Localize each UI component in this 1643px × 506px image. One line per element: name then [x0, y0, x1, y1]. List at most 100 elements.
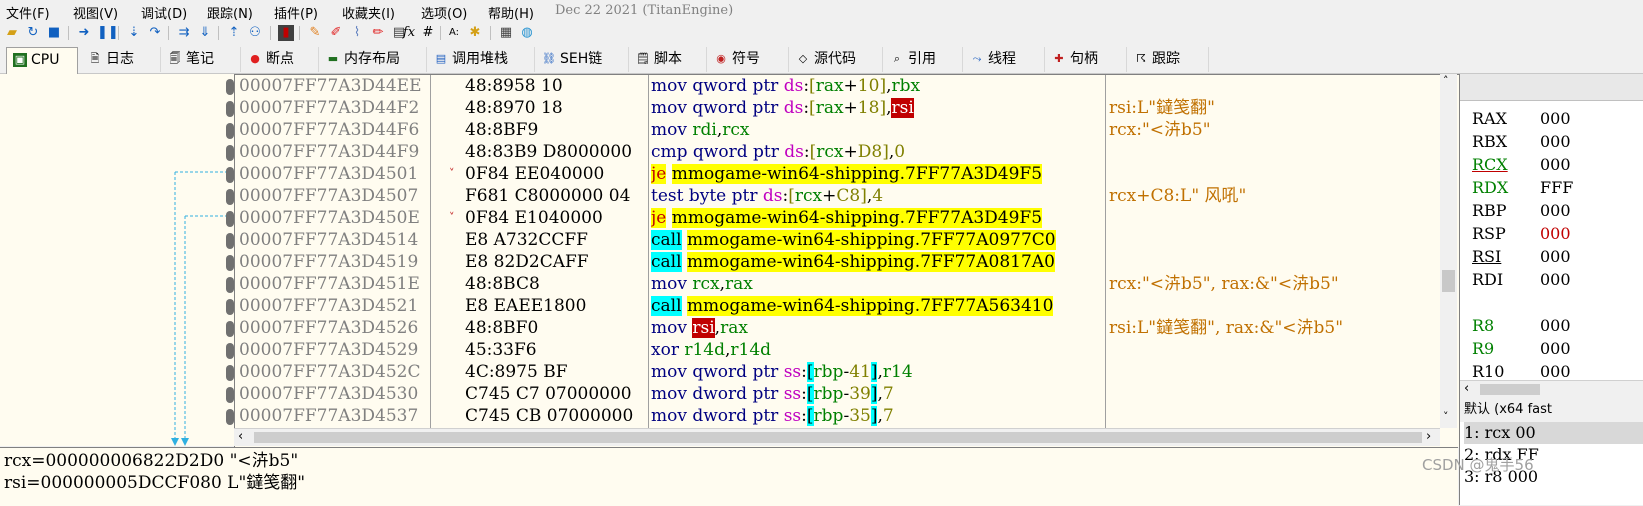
tab-source[interactable]: ◇ 源代码 [788, 47, 883, 72]
register-value[interactable]: 000 [1540, 223, 1571, 245]
step-over-icon[interactable]: ↷ [147, 25, 163, 41]
calling-convention-select[interactable]: 默认 (x64 fast [1459, 398, 1643, 422]
patch-icon[interactable]: ✎ [307, 25, 323, 41]
bytes: F681 C8000000 04 [465, 186, 631, 206]
register-value[interactable]: 000 [1540, 131, 1571, 153]
register-value[interactable]: 000 [1540, 269, 1571, 291]
scroll-left-icon[interactable]: ‹ [1464, 381, 1469, 396]
disasm-row[interactable]: 00007FF77A3D44F9 48:83B9 D8000000 cmp qw… [235, 141, 1441, 163]
function-icon[interactable]: fx [401, 25, 417, 41]
register-rdi[interactable]: RDI [1472, 269, 1503, 291]
register-rdx[interactable]: RDX [1472, 177, 1508, 199]
register-value[interactable]: 000 [1540, 246, 1571, 268]
execute-till-return-icon[interactable]: ⇡ [226, 25, 242, 41]
register-value[interactable]: 000 [1540, 200, 1571, 222]
tab-references[interactable]: ⌕ 引用 [882, 47, 963, 72]
trace-into-icon[interactable]: ⇉ [176, 25, 192, 41]
disasm-row[interactable]: 00007FF77A3D4529 45:33F6 xor r14d,r14d [235, 339, 1441, 361]
hash-icon[interactable]: # [420, 25, 436, 41]
scroll-right-icon[interactable]: › [1426, 429, 1431, 444]
scylla-icon[interactable]: ▮ [278, 25, 294, 41]
scroll-thumb[interactable] [1480, 384, 1540, 395]
calling-convention-label[interactable]: 默认 (x64 fast [1460, 402, 1552, 417]
tab-memory-map[interactable]: ▬ 内存布局 [318, 47, 427, 72]
scroll-thumb[interactable] [254, 432, 1422, 443]
tab-notes[interactable]: 🗐 笔记 [160, 47, 241, 72]
disasm-row[interactable]: 00007FF77A3D4521 E8 EAEE1800 call mmogam… [235, 295, 1441, 317]
register-rbp[interactable]: RBP [1472, 200, 1507, 222]
highlight-icon[interactable]: ✐ [328, 25, 344, 41]
disasm-row[interactable]: 00007FF77A3D450E ˅ 0F84 E1040000 je mmog… [235, 207, 1441, 229]
register-rax[interactable]: RAX [1472, 108, 1507, 130]
disasm-row[interactable]: 00007FF77A3D4507 F681 C8000000 04 test b… [235, 185, 1441, 207]
step-into-icon[interactable]: ⇣ [126, 25, 142, 41]
open-folder-icon[interactable]: ▰ [4, 25, 20, 41]
menu-trace[interactable]: 跟踪(N) [207, 3, 253, 22]
menu-file[interactable]: 文件(F) [6, 3, 50, 22]
scroll-down-icon[interactable]: ˅ [1443, 410, 1449, 423]
scroll-up-icon[interactable]: ˄ [1443, 74, 1449, 87]
disasm-row[interactable]: 00007FF77A3D4501 ˅ 0F84 EE040000 je mmog… [235, 163, 1441, 185]
comment-icon[interactable]: ✏ [370, 25, 386, 41]
register-rcx[interactable]: RCX [1472, 154, 1508, 176]
trace-over-icon[interactable]: ⇓ [197, 25, 213, 41]
register-value[interactable]: 000 [1540, 315, 1571, 337]
menu-help[interactable]: 帮助(H) [488, 3, 534, 22]
breakpoint-markers[interactable] [224, 76, 236, 428]
disasm-row[interactable]: 00007FF77A3D4526 48:8BF0 mov rsi,rax rsi… [235, 317, 1441, 339]
pause-icon[interactable]: ❚❚ [97, 25, 119, 41]
disasm-row[interactable]: 00007FF77A3D451E 48:8BC8 mov rcx,rax rcx… [235, 273, 1441, 295]
register-value[interactable]: FFF [1540, 177, 1573, 199]
register-value[interactable]: 000 [1540, 338, 1571, 360]
tab-threads[interactable]: ⤳ 线程 [962, 47, 1045, 72]
tab-cpu[interactable]: ▣ CPU [6, 47, 78, 75]
register-value[interactable]: 000 [1540, 108, 1571, 130]
run-icon[interactable]: ➜ [76, 25, 92, 41]
register-rsi[interactable]: RSI [1472, 246, 1501, 268]
restart-icon[interactable]: ↻ [25, 25, 41, 41]
disasm-row[interactable]: 00007FF77A3D4530 C745 C7 07000000 mov dw… [235, 383, 1441, 405]
stop-icon[interactable]: ■ [46, 25, 62, 41]
tab-script[interactable]: 🗒 脚本 [628, 47, 707, 72]
tab-symbols[interactable]: ◉ 符号 [706, 47, 789, 72]
globe-icon[interactable]: ◍ [519, 25, 535, 41]
registers-panel[interactable]: RAX 000 RBX 000 RCX 000 RDX FFF RBP 000 … [1459, 74, 1643, 398]
tab-seh-chain[interactable]: ⛓ SEH链 [534, 47, 629, 72]
tab-log[interactable]: 🗎 日志 [80, 47, 161, 72]
menu-options[interactable]: 选项(O) [421, 3, 467, 22]
register-rbx[interactable]: RBX [1472, 131, 1507, 153]
settings-icon[interactable]: ✱ [467, 25, 483, 41]
menu-plugins[interactable]: 插件(P) [274, 3, 318, 22]
disasm-row[interactable]: 00007FF77A3D452C 4C:8975 BF mov qword pt… [235, 361, 1441, 383]
registers-header[interactable] [1460, 74, 1643, 101]
bookmark-icon[interactable]: ⌇ [349, 25, 365, 41]
disasm-row[interactable]: 00007FF77A3D44F2 48:8970 18 mov qword pt… [235, 97, 1441, 119]
vertical-scrollbar[interactable]: ˄ ˅ [1440, 74, 1457, 428]
scroll-thumb[interactable] [1442, 270, 1455, 292]
disasm-row[interactable]: 00007FF77A3D4537 C745 CB 07000000 mov dw… [235, 405, 1441, 427]
register-rsp[interactable]: RSP [1472, 223, 1506, 245]
disasm-row[interactable]: 00007FF77A3D44F6 48:8BF9 mov rdi,rcx rcx… [235, 119, 1441, 141]
argument-row[interactable]: 1: rcx 00 [1464, 422, 1643, 444]
tab-breakpoints[interactable]: ● 断点 [240, 47, 319, 72]
tab-label: 跟踪 [1152, 51, 1180, 67]
disassembly-view[interactable]: 00007FF77A3D44EE 48:8958 10 mov qword pt… [234, 74, 1459, 447]
disasm-row[interactable]: 00007FF77A3D44EE 48:8958 10 mov qword pt… [235, 75, 1441, 97]
register-value[interactable]: 000 [1540, 154, 1571, 176]
scroll-left-icon[interactable]: ‹ [238, 429, 243, 444]
menu-debug[interactable]: 调试(D) [141, 3, 187, 22]
font-icon[interactable]: A: [446, 25, 462, 41]
register-r9[interactable]: R9 [1472, 338, 1494, 360]
register-r8[interactable]: R8 [1472, 315, 1494, 337]
calculator-icon[interactable]: ▦ [498, 25, 514, 41]
menu-favourites[interactable]: 收藏夹(I) [342, 3, 395, 22]
tab-trace[interactable]: ☈ 跟踪 [1126, 47, 1209, 72]
run-to-user-code-icon[interactable]: ⚇ [247, 25, 263, 41]
horizontal-scrollbar[interactable]: ‹ › [234, 428, 1440, 446]
menu-view[interactable]: 视图(V) [73, 3, 118, 22]
tab-call-stack[interactable]: ▤ 调用堆栈 [426, 47, 535, 72]
disasm-row[interactable]: 00007FF77A3D4519 E8 82D2CAFF call mmogam… [235, 251, 1441, 273]
registers-hscroll[interactable]: ‹ [1460, 380, 1643, 398]
disasm-row[interactable]: 00007FF77A3D4514 E8 A732CCFF call mmogam… [235, 229, 1441, 251]
tab-handles[interactable]: ✚ 句柄 [1044, 47, 1127, 72]
